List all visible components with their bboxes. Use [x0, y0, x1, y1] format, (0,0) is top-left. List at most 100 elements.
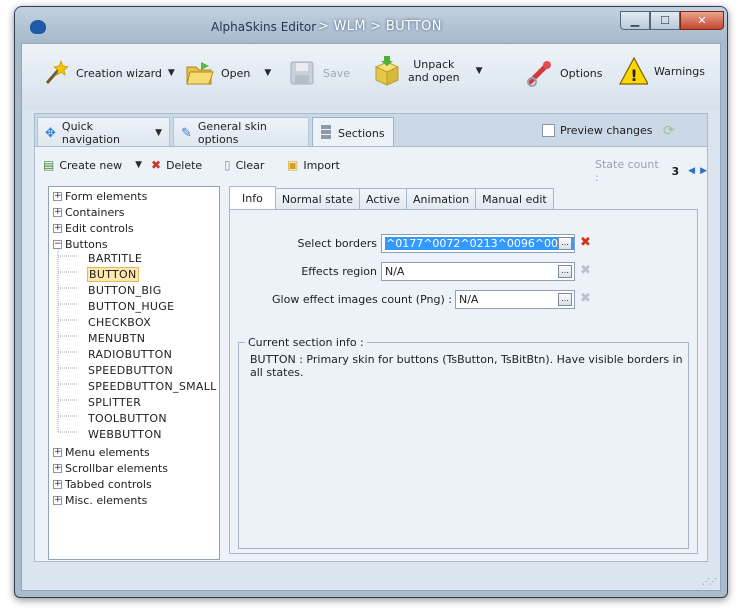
ellipsis-button[interactable]: … [558, 293, 572, 306]
clear-label: Clear [235, 158, 265, 172]
unpack-and-open-button[interactable]: Unpack and open ▼ [372, 56, 483, 86]
close-button[interactable]: ✕ [680, 11, 724, 30]
warnings-label: Warnings [654, 64, 705, 78]
import-button[interactable]: ▣ Import [287, 158, 340, 172]
state-count-label: State count : [595, 158, 659, 184]
import-icon: ▣ [287, 158, 299, 172]
tree-item-speedbutton[interactable]: SPEEDBUTTON [88, 364, 173, 377]
tree-item-radiobutton[interactable]: RADIOBUTTON [88, 348, 172, 361]
tree-node-form-elements[interactable]: + Form elements [53, 188, 147, 204]
options-button[interactable]: Options [524, 58, 602, 88]
delete-button[interactable]: ✖ Delete [151, 158, 202, 172]
tree-node-tabbed-controls[interactable]: + Tabbed controls [53, 476, 152, 492]
main-client: Creation wizard ▼ Open ▼ Save Unpack and… [21, 43, 721, 591]
section-info-description: BUTTON : Primary skin for buttons (TsBut… [250, 353, 683, 379]
general-skin-options-label: General skin options [197, 120, 267, 146]
tab-normal-state[interactable]: Normal state [274, 188, 360, 210]
select-borders-label: Select borders [297, 237, 377, 250]
collapse-icon[interactable]: − [53, 239, 62, 249]
tree-node-label: Scrollbar elements [65, 461, 168, 475]
warnings-button[interactable]: ! Warnings [618, 56, 705, 86]
chevron-down-icon[interactable]: ▼ [264, 68, 271, 78]
tab-animation[interactable]: Animation [406, 188, 477, 210]
creation-wizard-label: Creation wizard [76, 66, 162, 80]
top-tab-bar: ✥ Quick navigation ▼ ✎ General skin opti… [34, 113, 708, 148]
preview-changes-checkbox[interactable] [542, 124, 555, 137]
expand-icon[interactable]: + [53, 463, 62, 473]
expand-icon[interactable]: + [53, 223, 62, 233]
tab-manual-edit[interactable]: Manual edit [475, 188, 554, 210]
info-tab-content: Select borders ^0177^0072^0213^0096^0004… [229, 209, 698, 554]
tree-node-edit-controls[interactable]: + Edit controls [53, 220, 134, 236]
new-document-icon: ▤ [43, 158, 55, 172]
previous-state-icon[interactable]: ◀ [688, 166, 695, 176]
import-label: Import [303, 158, 340, 172]
clear-glow-effect-icon: ✖ [580, 291, 591, 306]
floppy-disk-icon [287, 58, 317, 88]
effects-region-value: N/A [385, 265, 405, 278]
tree-node-label: Menu elements [65, 445, 150, 459]
tree-item-checkbox[interactable]: CHECKBOX [88, 316, 151, 329]
effects-region-field[interactable]: N/A … [381, 262, 575, 281]
window-path-title: > WLM > BUTTON [318, 19, 442, 34]
expand-icon[interactable]: + [53, 207, 62, 217]
tree-item-button-big[interactable]: BUTTON_BIG [88, 284, 162, 297]
tab-active[interactable]: Active [359, 188, 408, 210]
magic-wand-icon [40, 58, 70, 88]
preview-changes-toggle[interactable]: Preview changes [542, 124, 653, 137]
tree-item-menubtn[interactable]: MENUBTN [88, 332, 145, 345]
effects-region-label: Effects region [301, 265, 377, 278]
maximize-button[interactable]: ☐ [650, 11, 680, 30]
expand-icon[interactable]: + [53, 495, 62, 505]
expand-icon[interactable]: + [53, 191, 62, 201]
open-button[interactable]: Open ▼ [185, 58, 271, 88]
state-count: State count : 3 ◀ ▶ [595, 158, 707, 184]
tree-node-menu-elements[interactable]: + Menu elements [53, 444, 150, 460]
chevron-down-icon[interactable]: ▼ [135, 160, 142, 170]
tab-quick-navigation[interactable]: ✥ Quick navigation ▼ [37, 117, 170, 148]
select-borders-field[interactable]: ^0177^0072^0213^0096^0004^000 … [381, 234, 575, 253]
section-tree[interactable]: + Form elements + Containers + Edit control… [48, 186, 220, 560]
clear-select-borders-icon[interactable]: ✖ [580, 235, 591, 250]
tree-item-speedbutton-small[interactable]: SPEEDBUTTON_SMALL [88, 380, 217, 393]
glow-effect-value: N/A [459, 293, 479, 306]
delete-label: Delete [166, 158, 203, 172]
blank-page-icon: ▯ [224, 158, 231, 172]
section-details: Info Normal state Active Animation Manua… [229, 186, 698, 560]
next-state-icon[interactable]: ▶ [700, 166, 707, 176]
glow-effect-field[interactable]: N/A … [455, 290, 575, 309]
open-label: Open [221, 66, 251, 80]
minimize-button[interactable]: ▁ [620, 11, 650, 30]
tab-general-skin-options[interactable]: ✎ General skin options [173, 117, 309, 148]
chevron-down-icon[interactable]: ▼ [155, 128, 162, 138]
tree-item-toolbutton[interactable]: TOOLBUTTON [88, 412, 167, 425]
tree-item-splitter[interactable]: SPLITTER [88, 396, 141, 409]
chevron-down-icon[interactable]: ▼ [476, 66, 483, 76]
tree-node-scrollbar-elements[interactable]: + Scrollbar elements [53, 460, 168, 476]
tree-item-button-selected[interactable]: BUTTON [87, 267, 139, 282]
resize-grip-icon[interactable]: ⋰⋰ [702, 577, 717, 586]
title-bar[interactable]: AlphaSkins Editor > WLM > BUTTON ▁ ☐ ✕ [15, 7, 727, 43]
clear-button[interactable]: ▯ Clear [224, 158, 264, 172]
tab-sections[interactable]: Sections [312, 117, 394, 148]
save-button[interactable]: Save [287, 58, 350, 88]
refresh-icon[interactable]: ⟳ [663, 123, 675, 139]
tree-node-containers[interactable]: + Containers [53, 204, 125, 220]
chevron-down-icon[interactable]: ▼ [168, 68, 175, 78]
app-logo-icon [30, 20, 46, 34]
options-label: Options [560, 66, 603, 80]
section-info-legend: Current section info : [245, 336, 367, 349]
tree-item-webbutton[interactable]: WEBBUTTON [88, 428, 162, 441]
creation-wizard-button[interactable]: Creation wizard ▼ [40, 58, 175, 88]
save-label: Save [323, 66, 351, 80]
svg-text:!: ! [630, 66, 637, 85]
expand-icon[interactable]: + [53, 479, 62, 489]
ellipsis-button[interactable]: … [558, 237, 572, 250]
tree-item-button-huge[interactable]: BUTTON_HUGE [88, 300, 174, 313]
tab-info[interactable]: Info [229, 186, 276, 210]
tree-item-bartitle[interactable]: BARTITLE [88, 252, 142, 265]
ellipsis-button[interactable]: … [558, 265, 572, 278]
create-new-button[interactable]: ▤ Create new ▼ [43, 158, 142, 172]
tree-node-misc-elements[interactable]: + Misc. elements [53, 492, 147, 508]
expand-icon[interactable]: + [53, 447, 62, 457]
